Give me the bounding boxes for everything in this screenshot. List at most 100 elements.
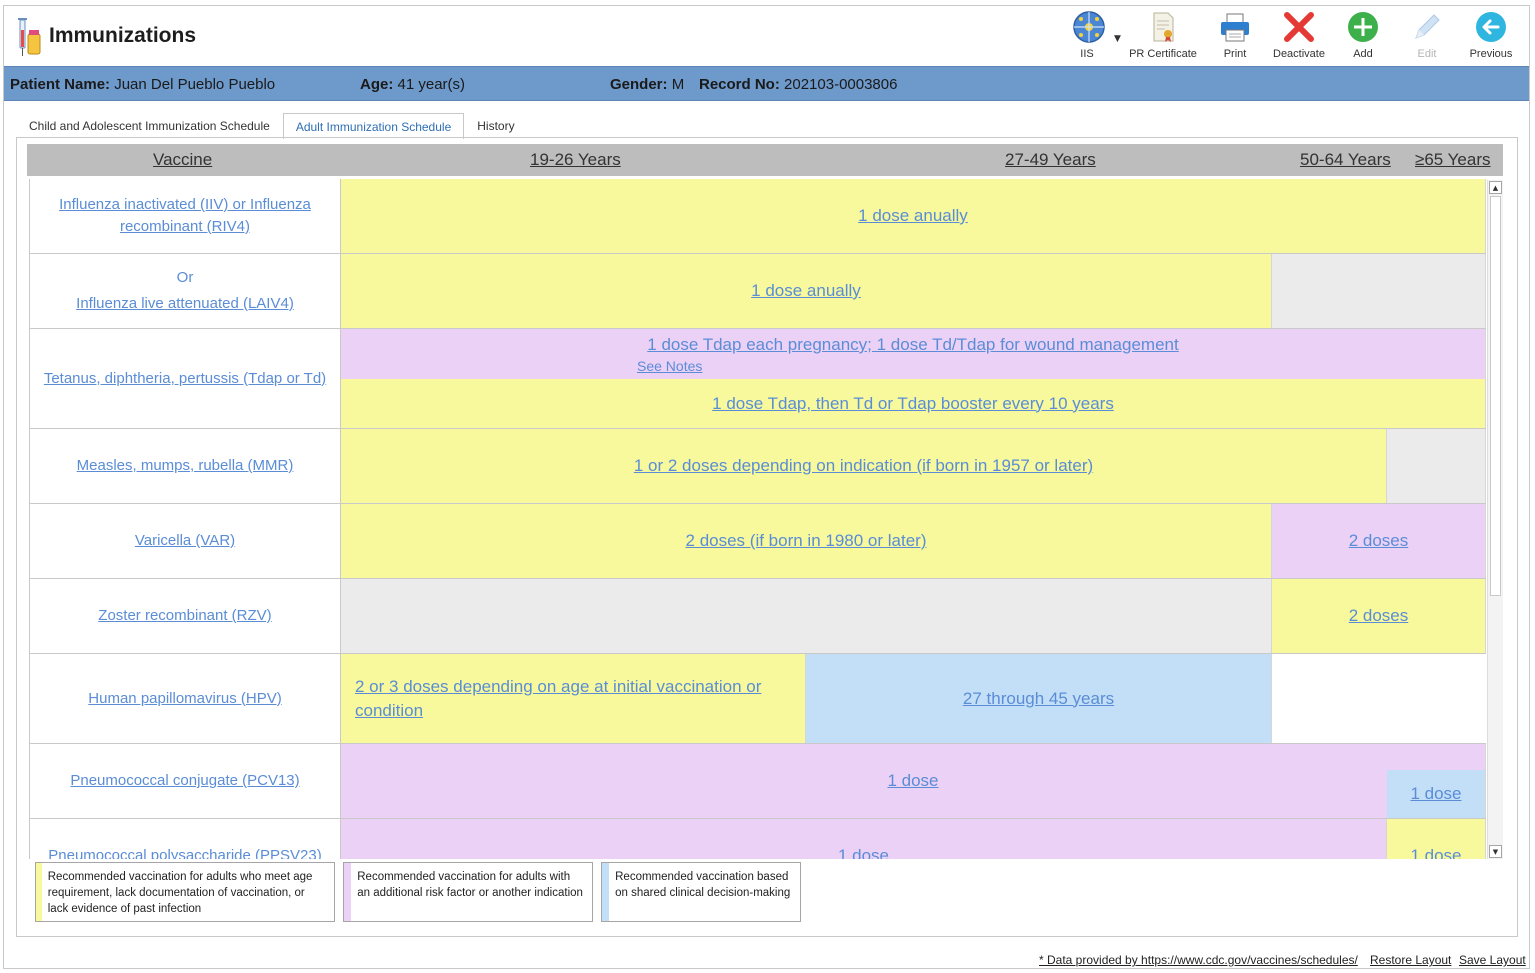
vaccine-link-zoster[interactable]: Zoster recombinant (RZV) xyxy=(98,605,271,627)
vaccine-name-cell: Influenza inactivated (IIV) or Influenza… xyxy=(30,179,341,253)
dose-link[interactable]: 1 dose xyxy=(887,769,938,793)
restore-layout-link[interactable]: Restore Layout xyxy=(1370,953,1451,967)
table-row: Tetanus, diphtheria, pertussis (Tdap or … xyxy=(30,329,1486,429)
vaccine-name-cell: Zoster recombinant (RZV) xyxy=(30,579,341,653)
legend-text: Recommended vaccination for adults who m… xyxy=(47,871,313,915)
schedule-cell: 2 doses xyxy=(1272,504,1486,578)
legend-item-blue: Recommended vaccination based on shared … xyxy=(601,862,801,922)
patient-name: Patient Name: Juan Del Pueblo Pueblo xyxy=(10,76,275,93)
pencil-icon xyxy=(1415,14,1440,39)
dose-link[interactable]: 2 or 3 doses depending on age at initial… xyxy=(355,675,791,723)
legend-swatch-purple xyxy=(344,863,352,921)
schedule-cell: 1 dose xyxy=(1387,770,1486,818)
dose-link[interactable]: 1 dose xyxy=(1410,782,1461,806)
vaccine-name-cell: Pneumococcal polysaccharide (PPSV23) xyxy=(30,819,341,859)
header-vaccine[interactable]: Vaccine xyxy=(153,150,212,170)
scroll-up-icon[interactable]: ▲ xyxy=(1489,181,1502,194)
table-row: Pneumococcal polysaccharide (PPSV23) 1 d… xyxy=(30,819,1486,859)
schedule-cell: 1 dose xyxy=(1387,819,1486,859)
print-label: Print xyxy=(1223,48,1247,60)
syringe-vial-icon xyxy=(18,18,41,56)
deactivate-label: Deactivate xyxy=(1273,48,1325,60)
patient-info-bar: Patient Name: Juan Del Pueblo Pueblo Age… xyxy=(4,66,1529,101)
iis-button[interactable]: ▼ IIS xyxy=(1067,6,1123,66)
dose-link[interactable]: 2 doses xyxy=(1349,529,1409,553)
pr-certificate-button[interactable]: PR Certificate xyxy=(1123,6,1203,66)
header-50-64[interactable]: 50-64 Years xyxy=(1300,150,1391,170)
add-label: Add xyxy=(1353,48,1373,60)
patient-age-label: Age: xyxy=(360,76,394,93)
edit-button[interactable]: Edit xyxy=(1395,6,1459,66)
not-recommended-cell xyxy=(1387,429,1486,503)
not-recommended-cell xyxy=(1272,254,1486,328)
legend-item-purple: Recommended vaccination for adults with … xyxy=(343,862,593,922)
plus-circle-icon xyxy=(1348,12,1378,42)
vaccine-name-cell: Pneumococcal conjugate (PCV13) xyxy=(30,744,341,818)
deactivate-button[interactable]: Deactivate xyxy=(1267,6,1331,66)
print-button[interactable]: Print xyxy=(1203,6,1267,66)
tab-bar: Child and Adolescent Immunization Schedu… xyxy=(16,112,528,139)
table-row: Measles, mumps, rubella (MMR) 1 or 2 dos… xyxy=(30,429,1486,504)
dose-link[interactable]: 1 dose Tdap each pregnancy; 1 dose Td/Td… xyxy=(647,333,1178,357)
vaccine-name-cell: Tetanus, diphtheria, pertussis (Tdap or … xyxy=(30,329,341,428)
add-button[interactable]: Add xyxy=(1331,6,1395,66)
header-27-49[interactable]: 27-49 Years xyxy=(1005,150,1096,170)
vaccine-link-hpv[interactable]: Human papillomavirus (HPV) xyxy=(88,688,281,710)
dose-link[interactable]: 1 dose anually xyxy=(751,279,861,303)
dose-link[interactable]: 1 or 2 doses depending on indication (if… xyxy=(634,454,1093,478)
patient-record-label: Record No: xyxy=(699,76,780,93)
pr-certificate-label: PR Certificate xyxy=(1129,48,1197,60)
patient-gender-value: M xyxy=(671,76,685,93)
vaccine-link-influenza-laiv4[interactable]: Influenza live attenuated (LAIV4) xyxy=(76,293,294,315)
see-notes-link[interactable]: See Notes xyxy=(637,357,702,375)
cdc-source-link[interactable]: * Data provided by https://www.cdc.gov/v… xyxy=(1039,953,1358,967)
header-65-plus[interactable]: ≥65 Years xyxy=(1415,150,1491,170)
patient-gender-label: Gender: xyxy=(610,76,668,93)
page-title: Immunizations xyxy=(49,24,197,47)
dose-link[interactable]: 1 dose Tdap, then Td or Tdap booster eve… xyxy=(712,392,1114,416)
tab-child-schedule[interactable]: Child and Adolescent Immunization Schedu… xyxy=(16,112,283,138)
schedule-cell: 1 dose xyxy=(341,744,1486,818)
dropdown-caret-icon[interactable]: ▼ xyxy=(1114,34,1121,44)
dose-link[interactable]: 1 dose xyxy=(1410,844,1461,859)
schedule-table-body: Influenza inactivated (IIV) or Influenza… xyxy=(29,179,1503,859)
toolbar: ▼ IIS PR Certificate Print Deactivate Ad… xyxy=(1067,6,1523,66)
table-row: Pneumococcal conjugate (PCV13) 1 dose 1 … xyxy=(30,744,1486,819)
scroll-down-icon[interactable]: ▼ xyxy=(1489,845,1502,858)
vaccine-link-mmr[interactable]: Measles, mumps, rubella (MMR) xyxy=(77,455,294,477)
vaccine-link-varicella[interactable]: Varicella (VAR) xyxy=(135,530,235,552)
table-scrollbar[interactable]: ▲ ▼ xyxy=(1487,180,1503,859)
header-19-26[interactable]: 19-26 Years xyxy=(530,150,621,170)
schedule-cell: 1 dose anually xyxy=(341,179,1486,253)
dose-link[interactable]: 1 dose anually xyxy=(858,204,968,228)
schedule-cell: 27 through 45 years xyxy=(806,654,1272,743)
schedule-cell: 2 doses (if born in 1980 or later) xyxy=(341,504,1272,578)
printer-icon xyxy=(1221,13,1249,42)
dose-link[interactable]: 2 doses (if born in 1980 or later) xyxy=(686,529,927,553)
red-x-icon xyxy=(1284,12,1314,42)
table-row: Influenza inactivated (IIV) or Influenza… xyxy=(30,179,1486,254)
patient-name-label: Patient Name: xyxy=(10,76,111,93)
empty-cell xyxy=(1272,654,1486,743)
save-layout-link[interactable]: Save Layout xyxy=(1459,953,1526,967)
header: Immunizations ▼ IIS PR Certificate Print… xyxy=(4,6,1529,66)
legend-text: Recommended vaccination based on shared … xyxy=(615,871,791,899)
or-label: Or xyxy=(176,269,194,286)
vaccine-link-pcv13[interactable]: Pneumococcal conjugate (PCV13) xyxy=(70,770,299,792)
previous-button[interactable]: Previous xyxy=(1459,6,1523,66)
dose-link[interactable]: 1 dose xyxy=(838,844,889,859)
patient-record-value: 202103-0003806 xyxy=(784,76,898,93)
tab-adult-schedule[interactable]: Adult Immunization Schedule xyxy=(282,113,465,139)
dose-link[interactable]: 27 through 45 years xyxy=(963,687,1114,711)
tab-history[interactable]: History xyxy=(464,112,527,138)
vaccine-link-influenza-iiv[interactable]: Influenza inactivated (IIV) or Influenza… xyxy=(38,194,332,238)
vaccine-link-tdap[interactable]: Tetanus, diphtheria, pertussis (Tdap or … xyxy=(44,368,326,390)
schedule-cell: 1 dose xyxy=(341,819,1387,859)
patient-age: Age: 41 year(s) xyxy=(360,76,465,93)
vaccine-link-ppsv23[interactable]: Pneumococcal polysaccharide (PPSV23) xyxy=(48,845,321,859)
patient-record: Record No: 202103-0003806 xyxy=(699,76,897,93)
legend-swatch-blue xyxy=(602,863,610,921)
schedule-table-header: Vaccine 19-26 Years 27-49 Years 50-64 Ye… xyxy=(27,144,1503,176)
scrollbar-thumb[interactable] xyxy=(1490,196,1501,596)
dose-link[interactable]: 2 doses xyxy=(1349,604,1409,628)
